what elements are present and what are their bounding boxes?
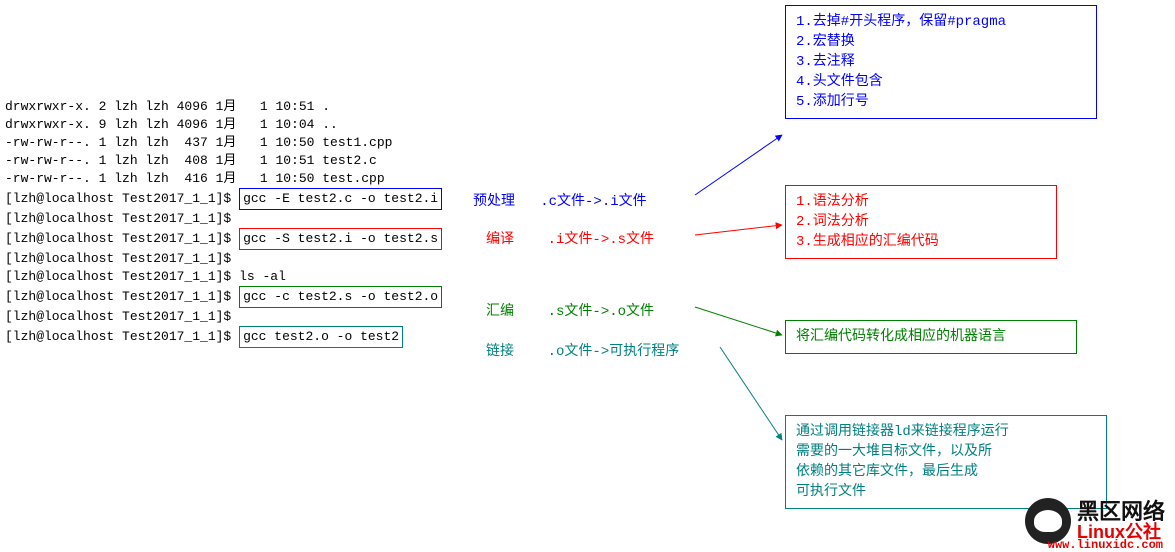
cmd-ls: ls -al bbox=[239, 269, 286, 284]
prompt: [lzh@localhost Test2017_1_1]$ bbox=[5, 269, 231, 284]
listing-row: drwxrwxr-x. 9 lzh lzh 4096 1月 1 10:04 .. bbox=[5, 116, 442, 134]
note-line: 1.去掉#开头程序，保留#pragma bbox=[796, 12, 1086, 32]
stage-compile-label: 编译 .i文件->.s文件 bbox=[486, 228, 654, 248]
note-line: 将汇编代码转化成相应的机器语言 bbox=[796, 327, 1066, 347]
cmd-line-compile: [lzh@localhost Test2017_1_1]$ gcc -S tes… bbox=[5, 228, 442, 250]
cmd-line-assemble: [lzh@localhost Test2017_1_1]$ gcc -c tes… bbox=[5, 286, 442, 308]
listing-row: -rw-rw-r--. 1 lzh lzh 408 1月 1 10:51 tes… bbox=[5, 152, 442, 170]
cmd-line-ls: [lzh@localhost Test2017_1_1]$ ls -al bbox=[5, 268, 442, 286]
note-line: 5.添加行号 bbox=[796, 92, 1086, 112]
note-line: 通过调用链接器ld来链接程序运行 bbox=[796, 422, 1096, 442]
note-line: 需要的一大堆目标文件，以及所 bbox=[796, 442, 1096, 462]
note-preprocess: 1.去掉#开头程序，保留#pragma 2.宏替换 3.去注释 4.头文件包含 … bbox=[785, 5, 1097, 119]
cmd-line-link: [lzh@localhost Test2017_1_1]$ gcc test2.… bbox=[5, 326, 442, 348]
note-line: 3.生成相应的汇编代码 bbox=[796, 232, 1046, 252]
note-line: 3.去注释 bbox=[796, 52, 1086, 72]
listing-row: -rw-rw-r--. 1 lzh lzh 437 1月 1 10:50 tes… bbox=[5, 134, 442, 152]
note-line: 1.语法分析 bbox=[796, 192, 1046, 212]
prompt: [lzh@localhost Test2017_1_1]$ bbox=[5, 329, 231, 344]
note-line: 2.词法分析 bbox=[796, 212, 1046, 232]
stage-preprocess-label: 预处理 .c文件->.i文件 bbox=[473, 190, 647, 210]
cmd-line-empty: [lzh@localhost Test2017_1_1]$ bbox=[5, 210, 442, 228]
terminal-output: drwxrwxr-x. 2 lzh lzh 4096 1月 1 10:51 . … bbox=[5, 98, 442, 348]
note-assemble: 将汇编代码转化成相应的机器语言 bbox=[785, 320, 1077, 354]
prompt: [lzh@localhost Test2017_1_1]$ bbox=[5, 309, 231, 324]
cmd-line-preprocess: [lzh@localhost Test2017_1_1]$ gcc -E tes… bbox=[5, 188, 442, 210]
cmd-line-empty: [lzh@localhost Test2017_1_1]$ bbox=[5, 308, 442, 326]
listing-row: drwxrwxr-x. 2 lzh lzh 4096 1月 1 10:51 . bbox=[5, 98, 442, 116]
note-line: 依赖的其它库文件，最后生成 bbox=[796, 462, 1096, 482]
note-line: 4.头文件包含 bbox=[796, 72, 1086, 92]
cmd-assemble-box: gcc -c test2.s -o test2.o bbox=[239, 286, 442, 308]
prompt: [lzh@localhost Test2017_1_1]$ bbox=[5, 231, 231, 246]
cmd-link-box: gcc test2.o -o test2 bbox=[239, 326, 403, 348]
watermark-line1: 黑区网络 bbox=[1077, 501, 1165, 523]
stage-link-label: 链接 .o文件->可执行程序 bbox=[486, 340, 679, 360]
listing-row: -rw-rw-r--. 1 lzh lzh 416 1月 1 10:50 tes… bbox=[5, 170, 442, 188]
note-compile: 1.语法分析 2.词法分析 3.生成相应的汇编代码 bbox=[785, 185, 1057, 259]
cmd-preprocess-box: gcc -E test2.c -o test2.i bbox=[239, 188, 442, 210]
cmd-compile-box: gcc -S test2.i -o test2.s bbox=[239, 228, 442, 250]
stage-assemble-label: 汇编 .s文件->.o文件 bbox=[486, 300, 654, 320]
prompt: [lzh@localhost Test2017_1_1]$ bbox=[5, 289, 231, 304]
prompt: [lzh@localhost Test2017_1_1]$ bbox=[5, 211, 231, 226]
prompt: [lzh@localhost Test2017_1_1]$ bbox=[5, 191, 231, 206]
prompt: [lzh@localhost Test2017_1_1]$ bbox=[5, 251, 231, 266]
cmd-line-empty: [lzh@localhost Test2017_1_1]$ bbox=[5, 250, 442, 268]
note-link: 通过调用链接器ld来链接程序运行 需要的一大堆目标文件，以及所 依赖的其它库文件… bbox=[785, 415, 1107, 509]
note-line: 2.宏替换 bbox=[796, 32, 1086, 52]
